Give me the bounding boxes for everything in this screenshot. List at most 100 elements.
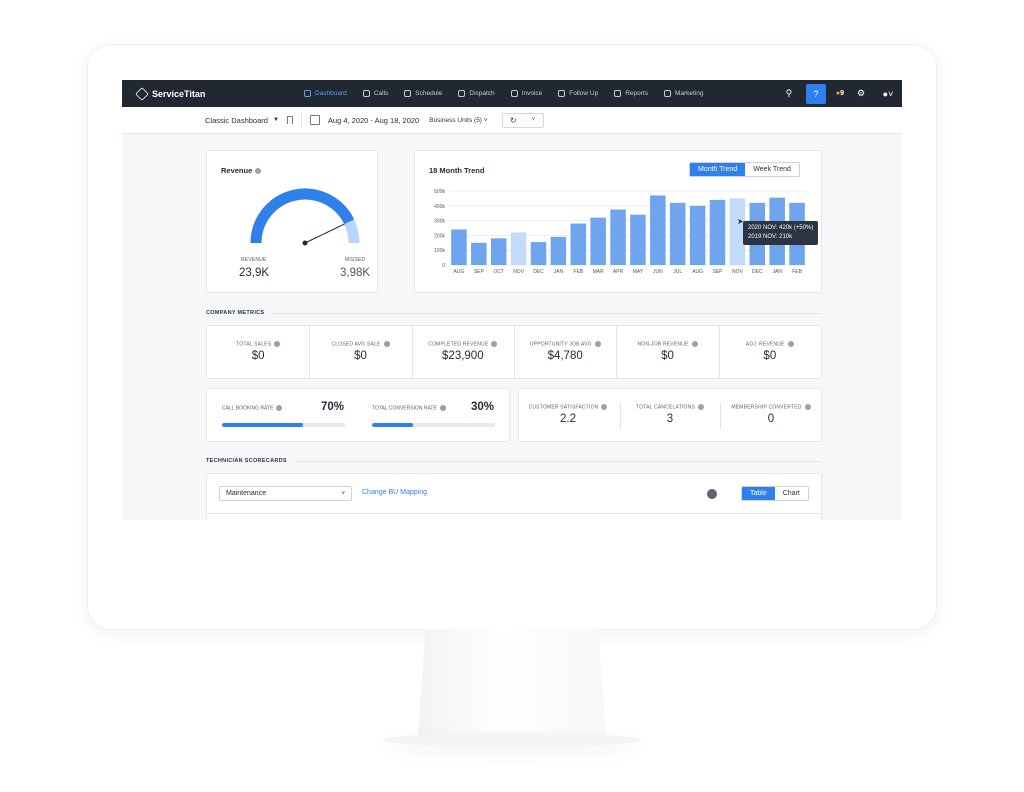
total-conversion-label-text: TOTAL CONVERSION RATE <box>372 405 437 412</box>
nav-item-label: Follow Up <box>569 90 599 97</box>
missed-label: MISSED <box>345 257 366 263</box>
top-nav: ServiceTitan Dashboard Calls Schedule Dispa… <box>122 80 902 107</box>
nav-item-reports[interactable]: Reports <box>606 80 656 107</box>
cursor-icon: ➤ <box>737 217 744 226</box>
chart-bar[interactable] <box>530 242 547 265</box>
chevron-down-icon: ˅ <box>483 116 488 124</box>
nav-item-marketing[interactable]: Marketing <box>656 80 712 107</box>
business-units-select[interactable]: Business Units (5) ˅ <box>429 117 487 124</box>
chart-bar[interactable] <box>510 232 527 265</box>
missed-value: 3,98K <box>340 267 371 279</box>
calendar-icon <box>404 90 412 97</box>
chart-bar[interactable] <box>570 223 587 265</box>
notifications-badge[interactable]: ●9 <box>836 90 844 97</box>
dashboard-select-label: Classic Dashboard <box>205 115 268 125</box>
info-icon[interactable] <box>691 341 698 347</box>
refresh-button[interactable]: ↻ ˅ <box>501 112 544 128</box>
company-metric: CLOSED AVG SALE $0 <box>309 341 411 362</box>
nav-item-label: Reports <box>625 90 648 97</box>
help-button[interactable]: ? <box>805 83 826 104</box>
x-tick-label: JAN <box>772 269 782 275</box>
date-range-picker[interactable]: Aug 4, 2020 - Aug 18, 2020 <box>309 115 419 125</box>
x-tick-label: SEP <box>712 269 723 275</box>
info-icon[interactable] <box>255 168 262 175</box>
user-avatar-icon[interactable]: ●˅ <box>878 89 898 99</box>
chart-bar[interactable] <box>590 217 606 265</box>
nav-item-dispatch[interactable]: Dispatch <box>450 80 502 107</box>
trend-card: 18 Month Trend Month Trend Week Trend 0 1… <box>414 150 822 293</box>
y-tick-label: 300k <box>434 219 445 225</box>
chart-bar[interactable] <box>669 202 686 265</box>
nav-item-follow-up[interactable]: Follow Up <box>550 80 606 107</box>
invoice-icon <box>510 90 518 97</box>
chart-bar[interactable] <box>709 199 726 265</box>
x-tick-label: MAY <box>633 269 644 275</box>
customer-satisfaction-metric: CUSTOMER SATISFACTION 2.2 <box>519 404 617 425</box>
month-trend-button[interactable]: Month Trend <box>690 163 746 176</box>
total-conversion-value: 30% <box>471 401 495 413</box>
info-icon[interactable] <box>601 404 608 410</box>
y-tick-label: 0 <box>442 263 445 269</box>
x-tick-label: JAN <box>554 269 564 275</box>
calendar-icon <box>309 115 320 125</box>
search-icon[interactable]: ⚲ <box>782 88 796 99</box>
total-conversion-bar <box>372 423 495 427</box>
gauge-needle <box>304 223 345 244</box>
info-icon[interactable] <box>274 341 281 347</box>
bookmark-icon[interactable] <box>286 116 293 124</box>
chart-bar[interactable] <box>650 195 666 265</box>
logo[interactable]: ServiceTitan <box>135 86 296 101</box>
chart-bar[interactable] <box>451 229 467 265</box>
info-icon[interactable] <box>383 341 390 347</box>
tooltip-line-2: 2019 NOV: 210k <box>748 234 793 240</box>
gauge-revenue-arc <box>250 188 355 244</box>
monitor-stand <box>418 629 606 735</box>
chart-bar[interactable] <box>630 214 646 265</box>
revenue-label: REVENUE <box>241 257 267 263</box>
company-metric: TOTAL SALES $0 <box>207 341 309 362</box>
info-icon[interactable] <box>439 405 446 411</box>
nav-item-invoice[interactable]: Invoice <box>503 80 551 107</box>
info-icon[interactable] <box>804 404 811 410</box>
info-icon[interactable] <box>707 489 717 499</box>
chart-bar[interactable] <box>550 236 567 265</box>
metric-value: $0 <box>354 350 367 363</box>
megaphone-icon <box>663 90 671 97</box>
total-cancelations-label: TOTAL CANCELATIONS <box>636 404 695 411</box>
metric-label: NON-JOB REVENUE <box>637 341 689 348</box>
nav-item-label: Schedule <box>415 90 443 97</box>
chart-bar[interactable] <box>610 209 626 266</box>
chart-bar[interactable] <box>490 238 507 265</box>
total-cancelations-metric: TOTAL CANCELATIONS 3 <box>621 404 719 425</box>
metric-divider <box>309 326 311 378</box>
company-metric: OPPORTUNITY JOB AVG $4,780 <box>514 341 616 362</box>
chart-view-button[interactable]: Chart <box>774 487 808 500</box>
x-tick-label: DEC <box>752 269 763 275</box>
nav-item-calls[interactable]: Calls <box>355 80 396 107</box>
rates-card: CALL BOOKING RATE 70% TOTAL CONVERSION R… <box>206 388 510 442</box>
week-trend-button[interactable]: Week Trend <box>745 163 799 176</box>
total-cancelations-value: 3 <box>666 413 674 426</box>
company-metric: ADJ. REVENUE $0 <box>719 341 821 362</box>
nav-item-schedule[interactable]: Schedule <box>396 80 450 107</box>
nav-item-dashboard[interactable]: Dashboard <box>296 80 355 107</box>
scorecard-bu-select[interactable]: Maintenance ˅ <box>219 486 352 501</box>
chart-bar[interactable] <box>689 205 706 265</box>
nav-right: ⚲ ? ●9 ⚙ ●˅ <box>782 83 898 104</box>
change-bu-mapping-link[interactable]: Change BU Mapping <box>362 489 427 496</box>
info-icon[interactable] <box>787 341 794 347</box>
chart-bar[interactable] <box>471 242 487 265</box>
revenue-title: Revenue <box>221 166 262 175</box>
table-view-button[interactable]: Table <box>742 487 775 500</box>
x-tick-label: NOV <box>513 269 525 275</box>
info-icon[interactable] <box>491 341 498 347</box>
info-icon[interactable] <box>276 405 283 411</box>
dashboard-select[interactable]: Classic Dashboard ▼ <box>205 116 279 125</box>
info-icon[interactable] <box>697 404 704 410</box>
info-icon[interactable] <box>594 341 601 347</box>
business-units-label: Business Units (5) <box>429 116 482 124</box>
total-conversion-label: TOTAL CONVERSION RATE <box>372 405 446 411</box>
revenue-value: 23,9K <box>239 267 270 279</box>
y-tick-label: 100k <box>434 248 445 254</box>
gear-icon[interactable]: ⚙ <box>854 88 868 99</box>
